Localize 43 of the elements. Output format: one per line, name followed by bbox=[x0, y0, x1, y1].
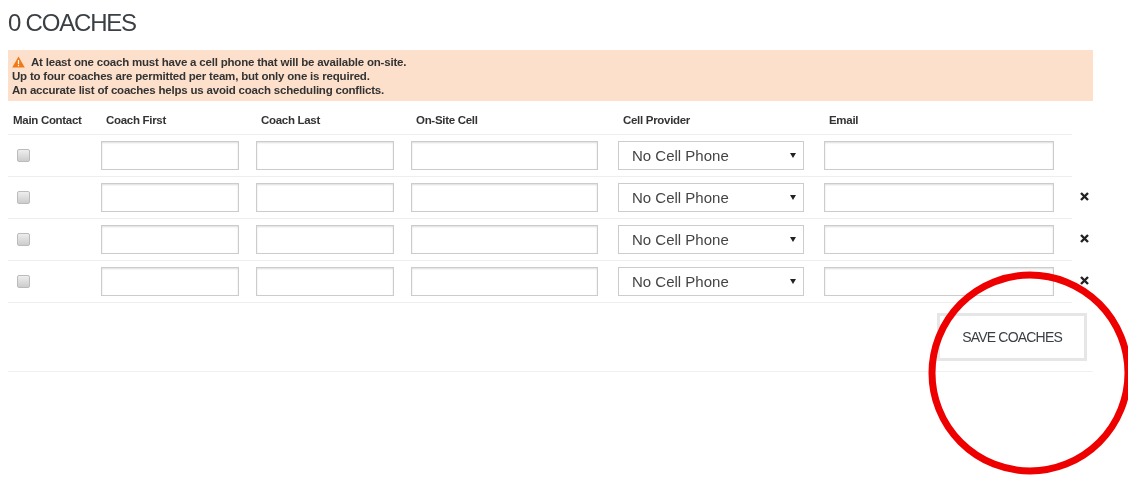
column-header: Main Contact bbox=[12, 113, 82, 128]
email-field[interactable] bbox=[824, 183, 1054, 212]
remove-icon[interactable] bbox=[1080, 234, 1089, 243]
last-name-field[interactable] bbox=[256, 225, 394, 254]
caret-icon bbox=[790, 237, 796, 242]
cell-provider-select[interactable]: No Cell Phone bbox=[618, 183, 804, 212]
caret-icon bbox=[790, 195, 796, 200]
cell-provider-select[interactable]: No Cell Phone bbox=[618, 267, 804, 296]
caret-icon bbox=[790, 153, 796, 158]
column-header: On-Site Cell bbox=[415, 113, 478, 128]
email-field[interactable] bbox=[824, 267, 1054, 296]
first-name-field[interactable] bbox=[101, 141, 239, 170]
warning-text: Up to four coaches are permitted per team, but only one is required. bbox=[12, 69, 370, 83]
column-header: Coach Last bbox=[260, 113, 320, 128]
cell-provider-select[interactable]: No Cell Phone bbox=[618, 225, 804, 254]
last-name-field[interactable] bbox=[256, 183, 394, 212]
remove-icon[interactable] bbox=[1080, 276, 1089, 285]
first-name-field[interactable] bbox=[101, 267, 239, 296]
cell-phone-field[interactable] bbox=[411, 225, 598, 254]
cell-phone-field[interactable] bbox=[411, 141, 598, 170]
first-name-field[interactable] bbox=[101, 183, 239, 212]
last-name-field[interactable] bbox=[256, 267, 394, 296]
save-coaches-button[interactable]: SAVE COACHES bbox=[937, 313, 1087, 361]
main-contact-checkbox[interactable] bbox=[17, 233, 30, 246]
remove-icon[interactable] bbox=[1080, 192, 1089, 201]
cell-phone-field[interactable] bbox=[411, 183, 598, 212]
caret-icon bbox=[790, 279, 796, 284]
email-field[interactable] bbox=[824, 225, 1054, 254]
section-title: 0 COACHES bbox=[8, 8, 136, 38]
email-field[interactable] bbox=[824, 141, 1054, 170]
warning-text: At least one coach must have a cell phone that will be available on-site. bbox=[31, 55, 407, 69]
column-header: Coach First bbox=[105, 113, 166, 128]
warning-icon bbox=[12, 56, 25, 68]
first-name-field[interactable] bbox=[101, 225, 239, 254]
warning-text: An accurate list of coaches helps us avoid coach scheduling conflicts. bbox=[12, 83, 384, 97]
column-header: Cell Provider bbox=[622, 113, 691, 128]
last-name-field[interactable] bbox=[256, 141, 394, 170]
main-contact-checkbox[interactable] bbox=[17, 191, 30, 204]
cell-phone-field[interactable] bbox=[411, 267, 598, 296]
cell-provider-select[interactable]: No Cell Phone bbox=[618, 141, 804, 170]
main-contact-checkbox[interactable] bbox=[17, 275, 30, 288]
main-contact-checkbox[interactable] bbox=[17, 149, 30, 162]
column-header: Email bbox=[828, 113, 859, 128]
